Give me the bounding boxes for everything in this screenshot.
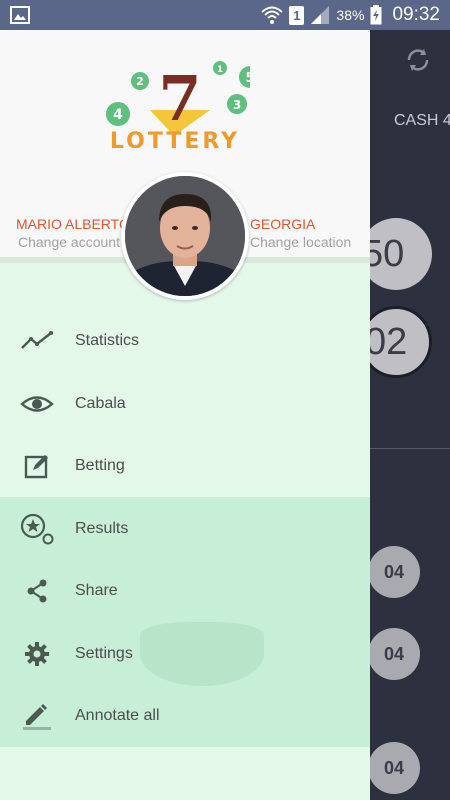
logo-ball: 4 [113,107,123,123]
avatar-photo [125,176,245,296]
logo-text: LOTTERY [110,129,240,148]
menu-item-label: Cabala [75,394,126,412]
menu-item-label: Share [75,582,118,600]
logo-ball: 1 [217,65,223,75]
menu-item-label: Statistics [75,332,140,350]
menu-item-label: Betting [75,457,125,475]
menu-item-share[interactable]: Share [0,560,370,623]
menu-item-cabala[interactable]: Cabala [0,373,370,436]
edit-box-icon [20,451,54,481]
lottery-ball: 04 [370,546,420,598]
user-name[interactable]: MARIO ALBERTO [16,216,130,232]
logo-digit: 7 [158,62,201,135]
lottery-ball: 50 [370,218,432,290]
battery-percent: 38% [336,7,365,23]
eye-icon [20,389,54,419]
refresh-icon[interactable] [402,44,434,76]
change-account-link[interactable]: Change account [18,234,120,250]
trend-icon [20,326,54,356]
menu-item-label: Annotate all [75,707,160,725]
menu-item-label: Results [75,519,129,537]
pencil-icon [20,701,54,731]
status-bar: 1 38% 09:32 [0,0,450,30]
star-circle-icon [20,513,54,545]
logo-ball: 5 [245,71,250,86]
lottery-logo: 4 2 1 5 3 7 LOTTERY [106,61,250,148]
lottery-ball: 04 [370,742,420,794]
logo-ball: 2 [136,75,144,88]
clock: 09:32 [392,4,440,25]
divider [370,448,450,449]
gallery-icon [10,6,30,24]
background-app: CASH 4 50 02 04 04 04 [370,30,450,800]
gear-icon [20,639,54,669]
game-title-cash[interactable]: CASH 4 [394,112,450,130]
menu-item-label: Settings [75,644,133,662]
share-icon [20,576,54,606]
location-name[interactable]: GEORGIA [250,216,315,232]
drawer-menu: Statistics Cabala Betting Results Share [0,310,370,748]
menu-item-annotate-all[interactable]: Annotate all [0,685,370,748]
lottery-ball: 02 [370,306,432,378]
navigation-drawer: 4 2 1 5 3 7 LOTTERY MARIO ALBERTO Change… [0,30,370,800]
signal-icon [311,6,330,24]
menu-item-results[interactable]: Results [0,498,370,561]
menu-item-settings[interactable]: Settings [0,623,370,686]
battery-icon [370,5,382,25]
menu-item-statistics[interactable]: Statistics [0,310,370,373]
sim-icon: 1 [289,5,305,25]
logo-ball: 3 [233,98,241,112]
menu-item-betting[interactable]: Betting [0,435,370,498]
avatar[interactable] [121,172,249,300]
wifi-icon [261,6,284,24]
change-location-link[interactable]: Change location [250,234,351,250]
lottery-ball: 04 [370,628,420,680]
